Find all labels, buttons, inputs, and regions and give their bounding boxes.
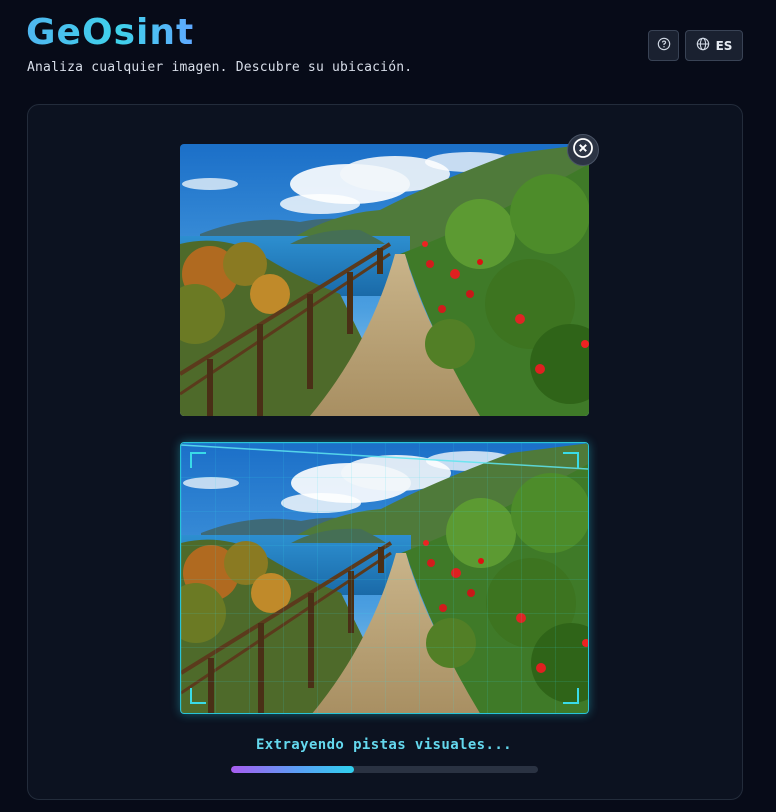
progress-bar: [231, 766, 538, 773]
progress-fill: [231, 766, 354, 773]
app-logo: GeOsint: [26, 12, 195, 53]
language-switcher[interactable]: ES: [685, 30, 743, 61]
corner-bracket-top-right: [563, 452, 579, 468]
corner-bracket-bottom-right: [563, 688, 579, 704]
remove-image-button[interactable]: [567, 134, 599, 166]
language-label: ES: [715, 38, 733, 53]
corner-bracket-top-left: [190, 452, 206, 468]
uploaded-image: [180, 144, 589, 416]
help-circle-icon: [657, 37, 671, 54]
scanning-image: [180, 442, 589, 714]
help-button[interactable]: [648, 30, 679, 61]
globe-icon: [696, 37, 710, 54]
analysis-status: Extrayendo pistas visuales...: [255, 737, 513, 753]
app-tagline: Analiza cualquier imagen. Descubre su ub…: [27, 60, 413, 75]
close-circle-icon: [572, 137, 594, 163]
corner-bracket-bottom-left: [190, 688, 206, 704]
